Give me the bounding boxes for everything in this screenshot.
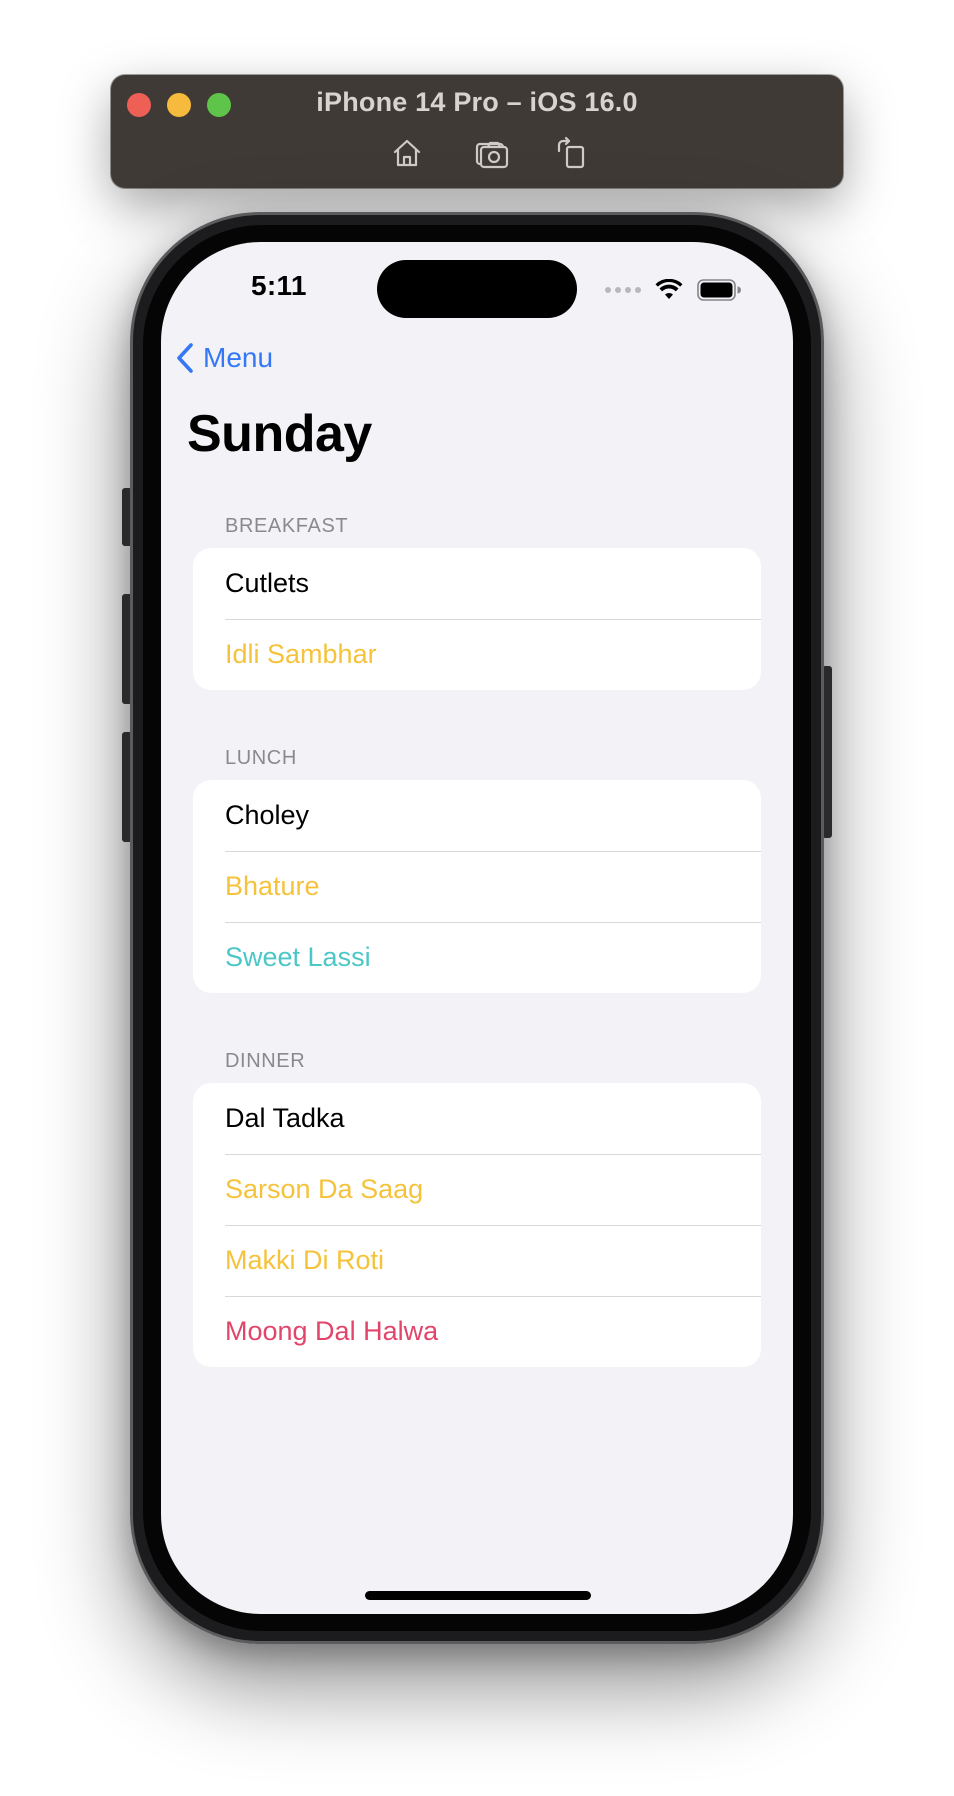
list-section-lunch: LUNCH Choley Bhature Sweet Lassi — [193, 740, 761, 993]
chevron-left-icon — [177, 343, 193, 373]
list-item[interactable]: Cutlets — [193, 548, 761, 619]
camera-icon[interactable] — [472, 135, 512, 171]
wifi-icon — [655, 279, 683, 299]
home-icon[interactable] — [387, 135, 427, 171]
status-icons — [605, 278, 741, 302]
list-item[interactable]: Makki Di Roti — [193, 1225, 761, 1296]
list-group: Dal Tadka Sarson Da Saag Makki Di Roti Moon… — [193, 1083, 761, 1367]
list-item[interactable]: Bhature — [193, 851, 761, 922]
list-section-dinner: DINNER Dal Tadka Sarson Da Saag Makki Di Ro… — [193, 1043, 761, 1367]
simulator-toolbar — [111, 135, 843, 171]
back-button-label: Menu — [203, 342, 274, 373]
meal-list: BREAKFAST Cutlets Idli Sambhar LUNCH Choley B… — [193, 508, 761, 1417]
cellular-signal-icon — [605, 287, 641, 293]
section-header: BREAKFAST — [225, 515, 349, 537]
list-item[interactable]: Idli Sambhar — [193, 619, 761, 690]
list-item[interactable]: Moong Dal Halwa — [193, 1296, 761, 1367]
list-item[interactable]: Choley — [193, 780, 761, 851]
device-screen: 5:11 Menu Sunday BREAKFAST Cutlets Idli Sa… — [161, 242, 793, 1614]
section-header: DINNER — [225, 1050, 306, 1072]
list-group: Cutlets Idli Sambhar — [193, 548, 761, 690]
list-group: Choley Bhature Sweet Lassi — [193, 780, 761, 993]
list-item[interactable]: Dal Tadka — [193, 1083, 761, 1154]
simulator-title: iPhone 14 Pro – iOS 16.0 — [316, 87, 638, 117]
battery-icon — [697, 279, 741, 301]
home-indicator[interactable] — [365, 1591, 591, 1600]
list-item[interactable]: Sarson Da Saag — [193, 1154, 761, 1225]
back-button[interactable]: Menu — [175, 342, 273, 374]
dynamic-island — [377, 260, 577, 318]
simulator-titlebar: iPhone 14 Pro – iOS 16.0 — [111, 75, 843, 188]
section-header: LUNCH — [225, 747, 297, 769]
list-section-breakfast: BREAKFAST Cutlets Idli Sambhar — [193, 508, 761, 690]
list-item[interactable]: Sweet Lassi — [193, 922, 761, 993]
page-title: Sunday — [187, 405, 372, 463]
rotate-icon[interactable] — [551, 135, 591, 171]
status-time: 5:11 — [251, 270, 307, 301]
